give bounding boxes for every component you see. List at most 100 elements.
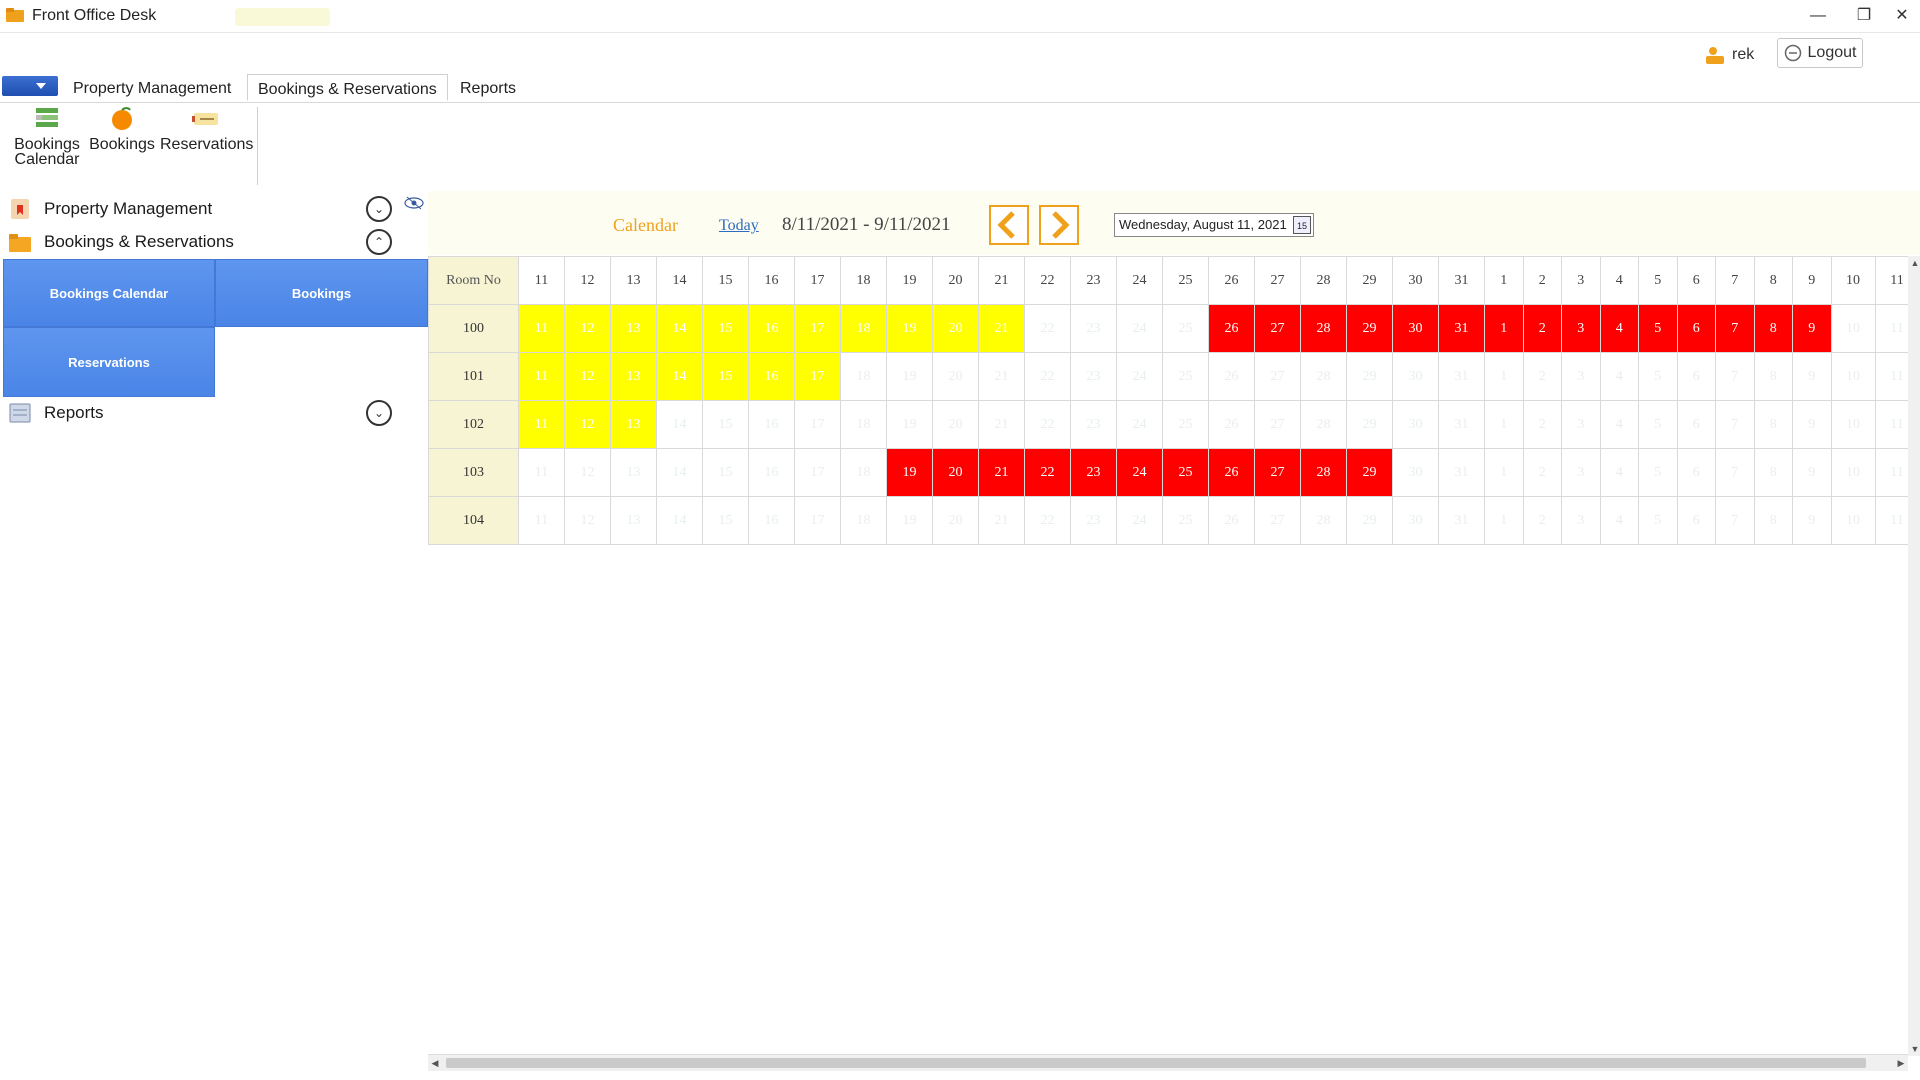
free-day-cell[interactable]: 9 [1792, 496, 1832, 545]
free-day-cell[interactable]: 20 [932, 400, 979, 449]
free-day-cell[interactable]: 8 [1753, 448, 1793, 497]
free-day-cell[interactable]: 5 [1638, 448, 1678, 497]
free-day-cell[interactable]: 18 [840, 352, 887, 401]
sidebar-section-bookings-reservations[interactable]: Bookings & Reservations ⌃ [0, 226, 428, 258]
free-day-cell[interactable]: 8 [1753, 400, 1793, 449]
ribbon-bookings-button[interactable]: Bookings [88, 107, 156, 153]
expand-reports-button[interactable]: ⌄ [366, 400, 392, 426]
ribbon-bookings-calendar-button[interactable]: Bookings Calendar [12, 107, 82, 168]
reservation-cell[interactable]: 19 [886, 448, 933, 497]
free-day-cell[interactable]: 16 [748, 448, 795, 497]
booking-cell[interactable]: 14 [656, 304, 703, 353]
reservation-cell[interactable]: 6 [1676, 304, 1716, 353]
free-day-cell[interactable]: 19 [886, 400, 933, 449]
free-day-cell[interactable]: 7 [1715, 400, 1755, 449]
scroll-right-icon[interactable]: ▶ [1894, 1056, 1908, 1070]
free-day-cell[interactable]: 28 [1300, 496, 1347, 545]
free-day-cell[interactable]: 27 [1254, 496, 1301, 545]
free-day-cell[interactable]: 30 [1392, 352, 1439, 401]
free-day-cell[interactable]: 1 [1484, 400, 1524, 449]
free-day-cell[interactable]: 26 [1208, 400, 1255, 449]
booking-cell[interactable]: 12 [564, 352, 611, 401]
free-day-cell[interactable]: 2 [1522, 352, 1562, 401]
free-day-cell[interactable]: 31 [1438, 496, 1485, 545]
free-day-cell[interactable]: 23 [1070, 496, 1117, 545]
free-day-cell[interactable]: 30 [1392, 448, 1439, 497]
expand-property-button[interactable]: ⌄ [366, 196, 392, 222]
free-day-cell[interactable]: 25 [1162, 352, 1209, 401]
reservation-cell[interactable]: 23 [1070, 448, 1117, 497]
free-day-cell[interactable]: 20 [932, 352, 979, 401]
vertical-scrollbar[interactable]: ▲ ▼ [1908, 256, 1920, 1056]
free-day-cell[interactable]: 10 [1830, 352, 1876, 401]
reservation-cell[interactable]: 5 [1638, 304, 1678, 353]
free-day-cell[interactable]: 6 [1676, 496, 1716, 545]
free-day-cell[interactable]: 31 [1438, 352, 1485, 401]
scroll-thumb[interactable] [446, 1058, 1866, 1068]
today-link[interactable]: Today [719, 217, 759, 235]
reservation-cell[interactable]: 3 [1561, 304, 1601, 353]
free-day-cell[interactable]: 24 [1116, 400, 1163, 449]
free-day-cell[interactable]: 4 [1599, 496, 1639, 545]
free-day-cell[interactable]: 21 [978, 496, 1025, 545]
tab-bookings-reservations[interactable]: Bookings & Reservations [247, 74, 448, 101]
free-day-cell[interactable]: 15 [702, 400, 749, 449]
free-day-cell[interactable]: 22 [1024, 496, 1071, 545]
free-day-cell[interactable]: 7 [1715, 448, 1755, 497]
free-day-cell[interactable]: 1 [1484, 448, 1524, 497]
free-day-cell[interactable]: 23 [1070, 400, 1117, 449]
booking-cell[interactable]: 16 [748, 304, 795, 353]
reservation-cell[interactable]: 7 [1715, 304, 1755, 353]
free-day-cell[interactable]: 13 [610, 496, 657, 545]
free-day-cell[interactable]: 5 [1638, 496, 1678, 545]
eye-icon[interactable] [404, 196, 424, 210]
free-day-cell[interactable]: 14 [656, 400, 703, 449]
free-day-cell[interactable]: 7 [1715, 496, 1755, 545]
tab-property-management[interactable]: Property Management [63, 74, 241, 101]
reservation-cell[interactable]: 27 [1254, 304, 1301, 353]
free-day-cell[interactable]: 23 [1070, 304, 1117, 353]
free-day-cell[interactable]: 9 [1792, 448, 1832, 497]
free-day-cell[interactable]: 20 [932, 496, 979, 545]
tile-reservations[interactable]: Reservations [3, 327, 215, 397]
free-day-cell[interactable]: 13 [610, 448, 657, 497]
booking-cell[interactable]: 20 [932, 304, 979, 353]
free-day-cell[interactable]: 27 [1254, 400, 1301, 449]
tile-bookings-calendar[interactable]: Bookings Calendar [3, 259, 215, 327]
reservation-cell[interactable]: 31 [1438, 304, 1485, 353]
free-day-cell[interactable]: 22 [1024, 352, 1071, 401]
free-day-cell[interactable]: 17 [794, 496, 841, 545]
free-day-cell[interactable]: 10 [1830, 304, 1876, 353]
booking-cell[interactable]: 12 [564, 304, 611, 353]
free-day-cell[interactable]: 23 [1070, 352, 1117, 401]
free-day-cell[interactable]: 6 [1676, 352, 1716, 401]
reservation-cell[interactable]: 24 [1116, 448, 1163, 497]
booking-cell[interactable]: 13 [610, 352, 657, 401]
free-day-cell[interactable]: 1 [1484, 496, 1524, 545]
reservation-cell[interactable]: 25 [1162, 448, 1209, 497]
booking-cell[interactable]: 12 [564, 400, 611, 449]
sidebar-section-property-management[interactable]: Property Management ⌄ [0, 193, 428, 225]
free-day-cell[interactable]: 3 [1561, 496, 1601, 545]
free-day-cell[interactable]: 16 [748, 400, 795, 449]
free-day-cell[interactable]: 28 [1300, 352, 1347, 401]
reservation-cell[interactable]: 2 [1522, 304, 1562, 353]
free-day-cell[interactable]: 14 [656, 496, 703, 545]
booking-cell[interactable]: 21 [978, 304, 1025, 353]
logout-button[interactable]: Logout [1777, 38, 1863, 68]
prev-period-button[interactable] [989, 205, 1029, 245]
reservation-cell[interactable]: 28 [1300, 304, 1347, 353]
user-name[interactable]: rek [1732, 46, 1754, 64]
reservation-cell[interactable]: 21 [978, 448, 1025, 497]
reservation-cell[interactable]: 20 [932, 448, 979, 497]
free-day-cell[interactable]: 2 [1522, 448, 1562, 497]
free-day-cell[interactable]: 21 [978, 400, 1025, 449]
free-day-cell[interactable]: 24 [1116, 496, 1163, 545]
booking-cell[interactable]: 15 [702, 352, 749, 401]
next-period-button[interactable] [1039, 205, 1079, 245]
close-button[interactable]: ✕ [1884, 4, 1920, 28]
free-day-cell[interactable]: 7 [1715, 352, 1755, 401]
free-day-cell[interactable]: 5 [1638, 400, 1678, 449]
reservation-cell[interactable]: 30 [1392, 304, 1439, 353]
booking-cell[interactable]: 19 [886, 304, 933, 353]
